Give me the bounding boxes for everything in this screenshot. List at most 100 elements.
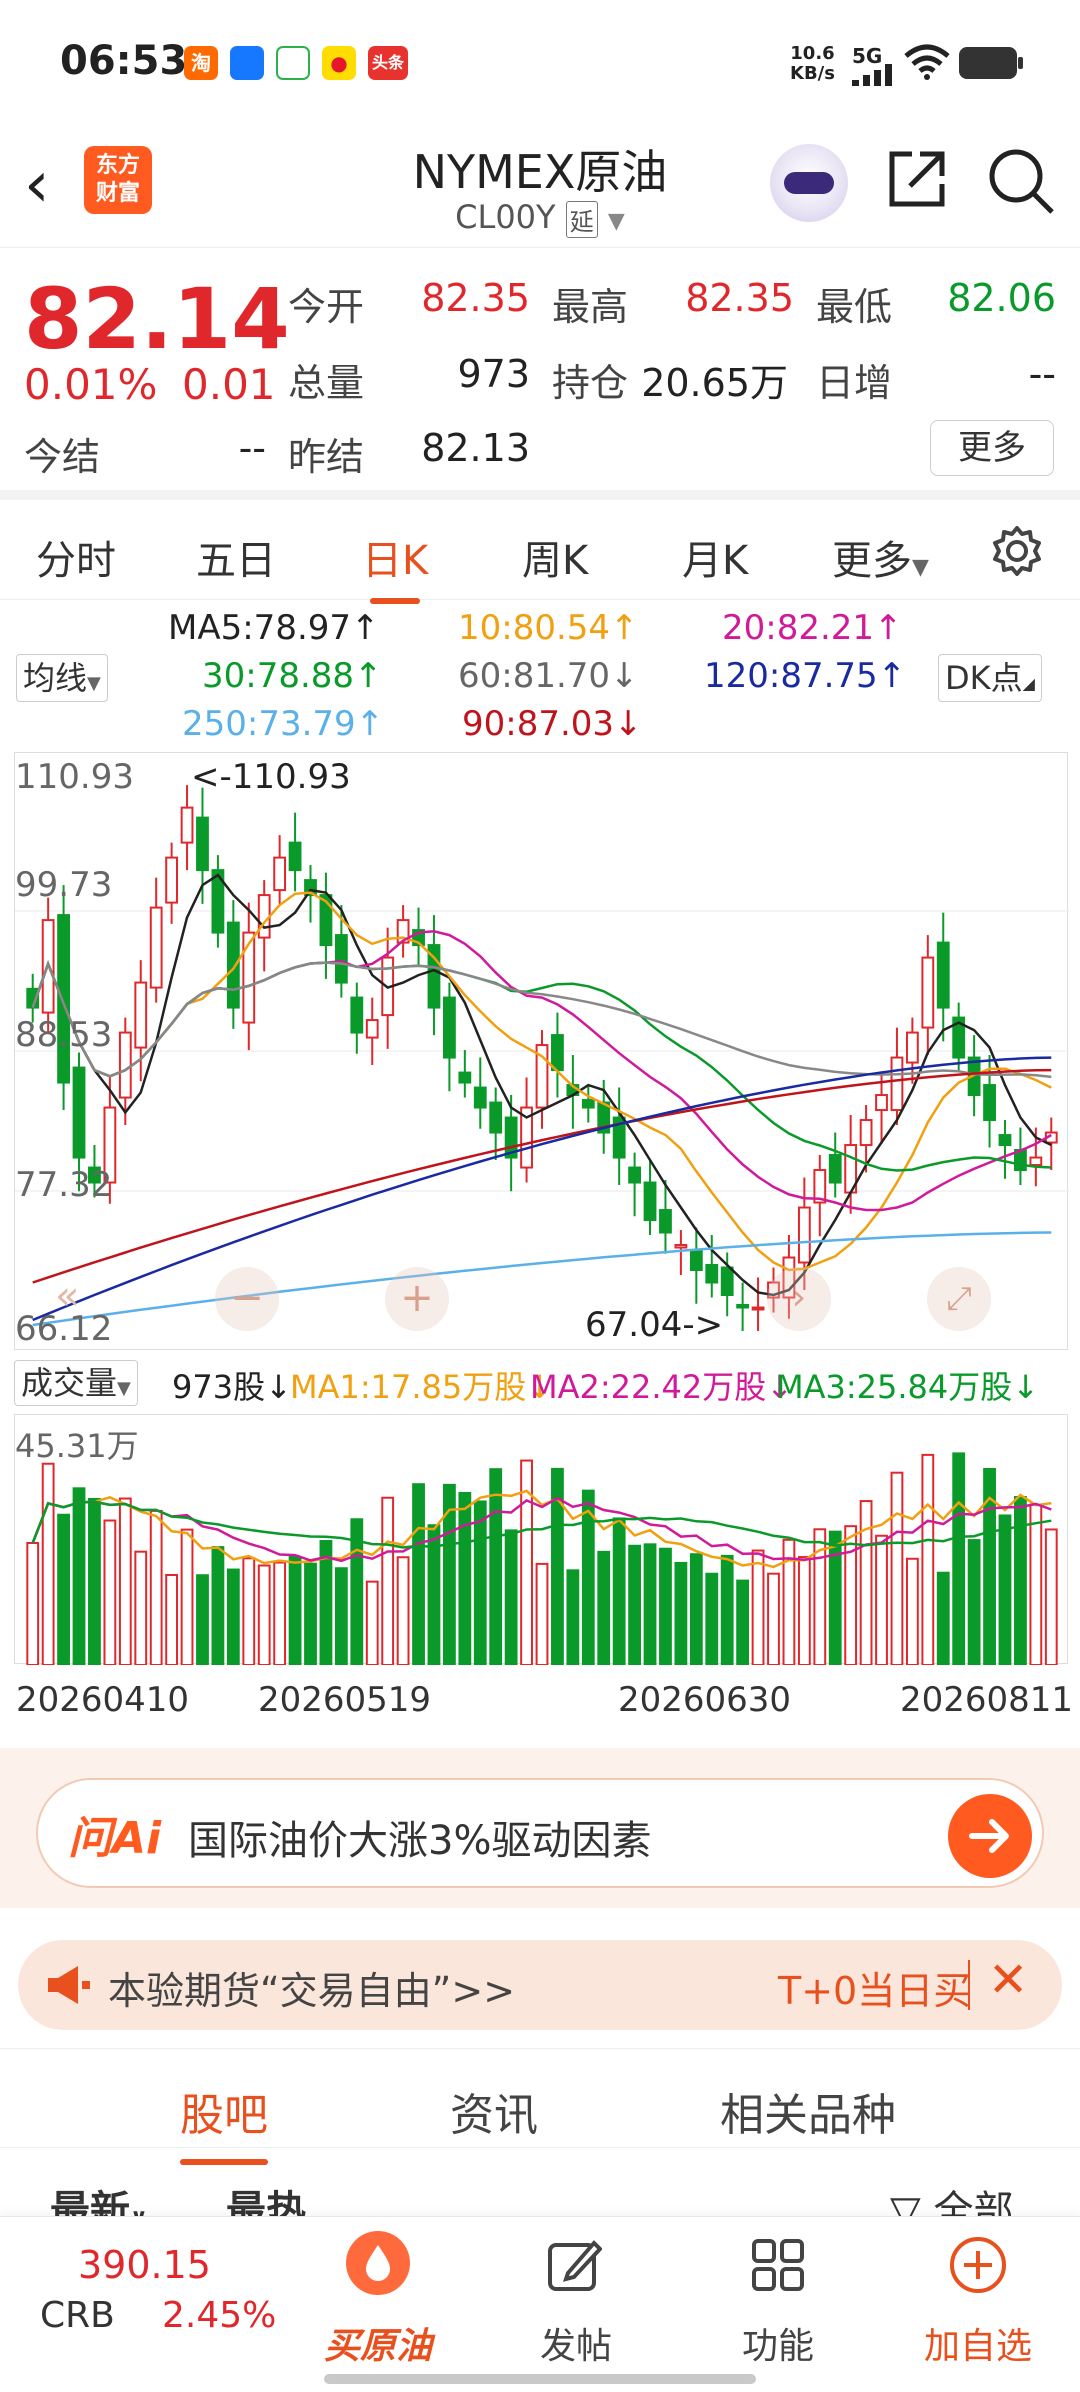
date-label-1: 20260410 [16,1680,190,1720]
candle-body [334,934,348,984]
ma90-label: 90:87.03↓ [462,704,643,744]
settle-value: -- [238,426,266,470]
close-icon[interactable]: ✕ [988,1952,1028,2008]
edit-post-icon[interactable] [546,2237,602,2293]
crb-name[interactable]: CRB [40,2295,115,2336]
tab-weekly-k[interactable]: 周K [522,528,588,586]
volume-bar [921,1453,935,1666]
volume-current: 973股↓ [172,1368,292,1406]
ma20-label: 20:82.21↑ [722,608,903,648]
tab-more[interactable]: 更多▼ [832,528,929,586]
weibo-icon: ● [322,46,356,80]
ai-assistant-icon[interactable] [770,144,848,222]
zoom-out-icon[interactable]: − [215,1267,279,1331]
wifi-icon [904,44,950,80]
kline-chart[interactable]: 110.93 99.73 88.53 77.32 66.12 <-110.93 … [14,752,1069,1350]
volume-bar [41,1462,55,1666]
candle-body [659,1209,672,1234]
brand-logo: 东方 财富 [84,146,152,214]
network-speed: 10.6 KB/s [790,43,835,84]
promo-banner[interactable]: 本验期货“交易自由”>> T+0当日买 ✕ [18,1940,1062,2030]
daily-increase-value: -- [1028,352,1056,396]
volume-bar [57,1513,70,1666]
volume-bar [1014,1496,1027,1666]
volume-bar [72,1487,86,1666]
oil-drop-icon[interactable] [346,2231,410,2295]
open-value: 82.35 [421,276,530,320]
indicator-selector[interactable]: 成交量▼ [14,1360,138,1406]
open-interest-value: 20.65万 [641,361,788,405]
functions-button[interactable]: 功能 [698,2317,858,2369]
date-label-3: 20260630 [618,1680,792,1720]
post-button[interactable]: 发帖 [496,2317,656,2369]
volume-bar [334,1567,348,1666]
candle-body [921,956,935,1029]
volume-bar [628,1544,641,1666]
share-icon[interactable] [884,146,950,212]
volume-bar [103,1519,117,1666]
volume-chart[interactable]: 45.31万 [14,1414,1068,1667]
contract-code[interactable]: CL00Y 延 ▼ [340,198,740,238]
candle-body [998,1134,1012,1147]
map-icon [276,46,310,80]
toutiao-icon: 头条 [368,46,408,80]
volume-bar [890,1471,904,1666]
low-label: 最低 [816,285,893,329]
functions-icon[interactable] [750,2237,806,2293]
volume-bar [597,1550,611,1667]
add-watchlist-button[interactable]: 加自选 [898,2317,1058,2369]
change-value: 0.01 [182,360,276,409]
scroll-left-icon[interactable]: « [55,1273,79,1319]
volume-bar [365,1580,379,1666]
candle-body [257,894,271,939]
tab-news[interactable]: 资讯 [450,2079,538,2143]
ai-question-text: 国际油价大涨3%驱动因素 [188,1818,652,1864]
ma-selector[interactable]: 均线▼ [16,654,108,702]
ma5-label: MA5:78.97↑ [168,608,380,648]
ai-question-bar[interactable]: 问Ai 国际油价大涨3%驱动因素 [36,1778,1044,1888]
tab-daily-k[interactable]: 日K [362,528,428,604]
min-price-label: 67.04-> [585,1305,724,1345]
chevron-down-icon: ▼ [912,555,929,580]
y-tick-4: 77.32 [15,1165,113,1205]
ma30-label: 30:78.88↑ [202,656,383,696]
battery-icon [959,47,1023,79]
crb-percent[interactable]: 2.45% [162,2295,276,2336]
prev-settle-label: 昨结 [288,435,365,479]
zoom-in-icon[interactable]: + [385,1267,449,1331]
volume-bar [257,1564,271,1666]
settle-label: 今结 [24,435,101,479]
volume-bar [875,1534,888,1667]
date-label-4: 20260811 [900,1680,1074,1720]
volume-bar [612,1517,626,1666]
tab-monthly-k[interactable]: 月K [682,528,748,586]
gear-icon[interactable] [990,524,1044,578]
candle-body [828,1154,842,1184]
add-watchlist-icon[interactable] [948,2235,1008,2295]
daily-increase-label: 日增 [816,361,893,405]
scroll-right-icon[interactable]: › [767,1267,831,1331]
candle-body [1029,1156,1043,1167]
volume-bar [489,1468,503,1667]
candle-body [458,1071,472,1084]
more-button[interactable]: 更多 [930,420,1054,476]
fullscreen-icon[interactable]: ⤢ [927,1267,991,1331]
volume-bar [936,1571,950,1666]
arrow-right-icon[interactable] [948,1794,1032,1878]
dk-point-button[interactable]: DK点◢ [938,654,1042,702]
search-icon[interactable] [986,146,1056,216]
candle-body [628,1166,641,1184]
volume-bar [674,1561,688,1666]
volume-bar [443,1483,456,1666]
kline-svg [15,785,1069,1331]
back-icon[interactable]: ‹ [24,150,74,220]
tab-intraday[interactable]: 分时 [36,528,116,586]
tab-five-day[interactable]: 五日 [196,528,276,586]
tab-related[interactable]: 相关品种 [720,2079,896,2143]
tab-forum[interactable]: 股吧 [180,2079,268,2165]
crb-value[interactable]: 390.15 [78,2243,211,2287]
volume-bar [967,1539,981,1666]
bottom-nav: 390.15 CRB 2.45% 买原油 发帖 功能 加自选 [0,2216,1080,2392]
volume-bar [412,1483,425,1666]
buy-oil-button[interactable]: 买原油 [298,2317,458,2369]
